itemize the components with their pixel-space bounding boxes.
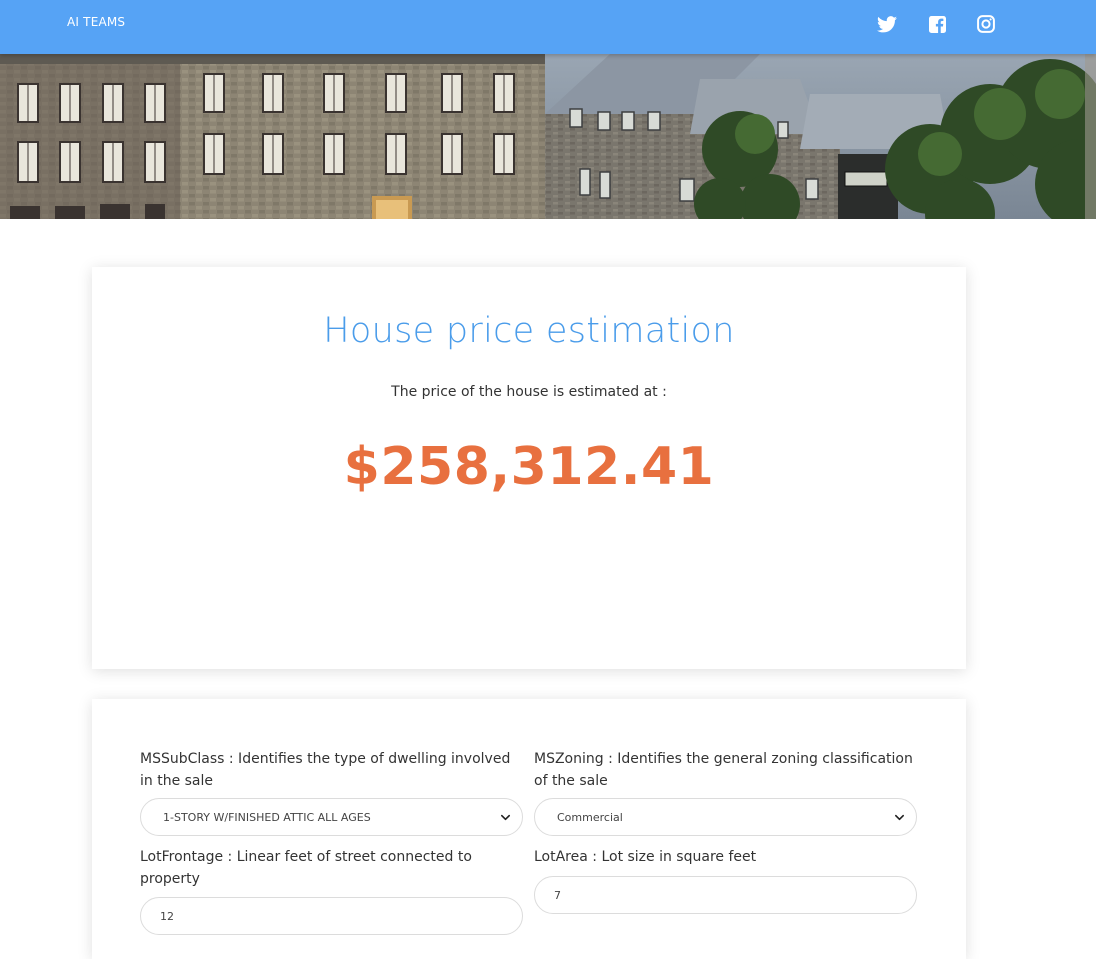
mssubclass-selected-value: 1-STORY W/FINISHED ATTIC ALL AGES [163, 810, 371, 824]
result-subtitle: The price of the house is estimated at : [391, 384, 667, 400]
page-title: House price estimation [323, 311, 735, 351]
instagram-icon[interactable] [976, 14, 996, 34]
chevron-down-icon [501, 814, 510, 821]
field-lotfrontage: LotFrontage : Linear feet of street conn… [140, 846, 523, 890]
lotfrontage-input[interactable]: 12 [140, 897, 523, 935]
lotarea-value: 7 [554, 888, 561, 902]
lotfrontage-value: 12 [160, 909, 174, 923]
facebook-icon[interactable] [927, 14, 947, 34]
lotarea-label: LotArea : Lot size in square feet [534, 849, 757, 865]
house-features-form: MSSubClass : Identifies the type of dwel… [92, 699, 966, 959]
field-mszoning: MSZoning : Identifies the general zoning… [534, 748, 917, 792]
brand-link[interactable]: AI TEAMS [67, 15, 125, 29]
lotarea-input[interactable]: 7 [534, 876, 917, 914]
twitter-icon[interactable] [877, 14, 897, 34]
lotfrontage-label: LotFrontage : Linear feet of street conn… [140, 849, 472, 887]
top-navbar: AI TEAMS [0, 0, 1096, 54]
chevron-down-icon [895, 814, 904, 821]
estimated-price: $258,312.41 [343, 437, 715, 497]
hero-banner-image [0, 54, 1096, 219]
field-lotarea: LotArea : Lot size in square feet [534, 846, 917, 868]
mssubclass-select[interactable]: 1-STORY W/FINISHED ATTIC ALL AGES [140, 798, 523, 836]
mszoning-selected-value: Commercial [557, 810, 623, 824]
field-mssubclass: MSSubClass : Identifies the type of dwel… [140, 748, 523, 792]
mszoning-select[interactable]: Commercial [534, 798, 917, 836]
mszoning-label: MSZoning : Identifies the general zoning… [534, 751, 913, 789]
price-result-card: House price estimation The price of the … [92, 267, 966, 669]
mssubclass-label: MSSubClass : Identifies the type of dwel… [140, 751, 511, 789]
